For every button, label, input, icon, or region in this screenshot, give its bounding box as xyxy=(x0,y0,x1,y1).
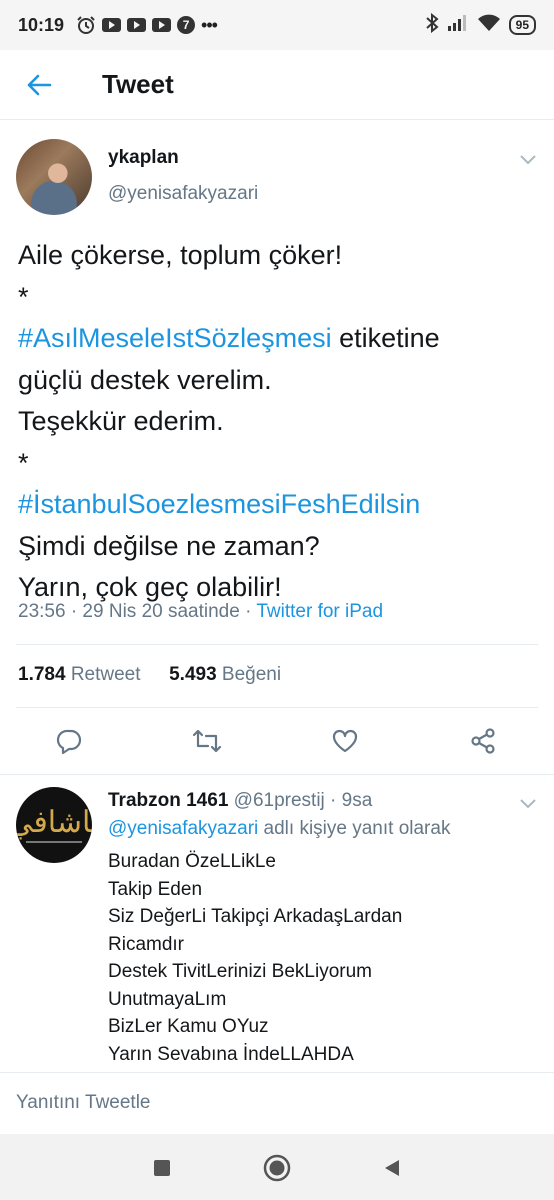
tweet-stats: 1.784 Retweet 5.493 Beğeni xyxy=(18,664,281,686)
reply-compose-bar xyxy=(0,1072,554,1134)
share-button[interactable] xyxy=(466,724,500,758)
avatar-calligraphy: ياشافي xyxy=(16,804,92,840)
tweet-actions xyxy=(0,708,554,774)
tweet-line-text: etiketine xyxy=(331,323,440,353)
replying-to: @yenisafakyazari adlı kişiye yanıt olara… xyxy=(108,818,450,840)
back-nav-button[interactable] xyxy=(378,1154,406,1182)
like-label[interactable]: Beğeni xyxy=(222,664,281,685)
back-arrow-icon xyxy=(27,74,52,95)
bluetooth-icon xyxy=(425,12,439,38)
tweet-text: Aile çökerse, toplum çöker! * #AsılMesel… xyxy=(18,235,538,609)
reply-options-chevron-icon[interactable] xyxy=(518,793,538,813)
reply-input[interactable] xyxy=(16,1087,536,1119)
reply-line: UnutmayaLım xyxy=(108,988,227,1010)
reply-line: Yarın Sevabına İndeLLAHDA xyxy=(108,1043,354,1065)
reply-line: Buradan ÖzeLLikLe xyxy=(108,851,276,872)
hashtag-link[interactable]: #AsılMeseleIstSözleşmesi xyxy=(18,323,332,353)
back-triangle-icon xyxy=(385,1160,399,1176)
tweet-line: Aile çökerse, toplum çöker! xyxy=(18,240,343,270)
like-count[interactable]: 5.493 xyxy=(169,664,217,685)
reply-mention-link[interactable]: @yenisafakyazari xyxy=(108,818,258,839)
heart-icon xyxy=(332,729,358,753)
recents-button[interactable] xyxy=(148,1154,176,1182)
youtube-icon xyxy=(152,18,172,32)
page-title: Tweet xyxy=(102,69,174,99)
tweet-line: Teşekkür ederim. xyxy=(18,406,224,436)
reply-text: Buradan ÖzeLLikLe Takip Eden Siz DeğerLi… xyxy=(108,848,538,1068)
notification-7-icon: 7 xyxy=(177,16,196,34)
reply-line: Siz DeğerLi Takipçi ArkadaşLardan xyxy=(108,906,403,927)
reply-line: Destek TivitLerinizi BekLiyorum xyxy=(108,961,372,982)
hashtag-link[interactable]: #İstanbulSoezlesmesiFeshEdilsin xyxy=(18,484,538,526)
retweet-label[interactable]: Retweet xyxy=(71,664,141,685)
tweet-line: Şimdi değilse ne zaman? xyxy=(18,530,320,561)
author-handle[interactable]: @yenisafakyazari xyxy=(108,183,258,205)
youtube-icon xyxy=(102,18,122,32)
square-icon xyxy=(154,1160,170,1176)
tweet-line: * xyxy=(18,281,29,312)
avatar[interactable] xyxy=(16,139,92,215)
signal-icon xyxy=(447,14,469,37)
tweet-line: * xyxy=(18,447,29,478)
youtube-icon xyxy=(127,18,147,32)
alarm-icon xyxy=(76,15,96,35)
home-button[interactable] xyxy=(263,1154,291,1182)
divider xyxy=(0,774,554,775)
divider xyxy=(16,644,538,645)
reply-header: Trabzon 1461 @61prestij · 9sa xyxy=(108,790,372,812)
tweet-source-link[interactable]: Twitter for iPad xyxy=(256,601,383,622)
retweet-count[interactable]: 1.784 xyxy=(18,664,66,685)
tweet-options-chevron-icon[interactable] xyxy=(518,149,538,169)
replying-to-label: adlı kişiye yanıt olarak xyxy=(258,818,451,839)
author-name[interactable]: ykaplan xyxy=(108,147,179,169)
tweet-line: #AsılMeseleIstSözleşmesi etiketine xyxy=(18,318,538,360)
reply-line: Takip Eden xyxy=(108,878,203,900)
tweet-line: güçlü destek verelim. xyxy=(18,364,272,395)
reply-icon xyxy=(56,729,82,755)
retweet-button[interactable] xyxy=(190,724,224,758)
more-dots-icon: ••• xyxy=(201,14,218,35)
reply-line: BizLer Kamu OYuz xyxy=(108,1016,269,1037)
system-nav-bar xyxy=(0,1134,554,1200)
reply-author-handle[interactable]: @61prestij · 9sa xyxy=(234,790,373,811)
tweet-meta: 23:56 · 29 Nis 20 saatinde · Twitter for… xyxy=(18,601,383,623)
status-bar: 10:19 7 ••• 95 xyxy=(0,0,554,50)
wifi-icon xyxy=(477,14,501,37)
tweet-timestamp: 23:56 · 29 Nis 20 saatinde · xyxy=(18,601,257,622)
retweet-icon xyxy=(192,729,222,753)
like-button[interactable] xyxy=(328,724,362,758)
reply-line: Ricamdır xyxy=(108,933,185,955)
back-button[interactable] xyxy=(0,50,78,120)
reply-avatar[interactable]: ياشافي xyxy=(16,787,92,863)
status-time: 10:19 xyxy=(18,14,65,35)
top-app-bar: Tweet xyxy=(0,50,554,120)
home-circle-icon xyxy=(263,1154,291,1182)
tweet-author: ykaplan @yenisafakyazari xyxy=(16,139,538,215)
share-icon xyxy=(471,728,495,754)
reply-author-name[interactable]: Trabzon 1461 xyxy=(108,790,228,811)
reply-button[interactable] xyxy=(52,724,86,758)
battery-indicator: 95 xyxy=(508,15,536,35)
